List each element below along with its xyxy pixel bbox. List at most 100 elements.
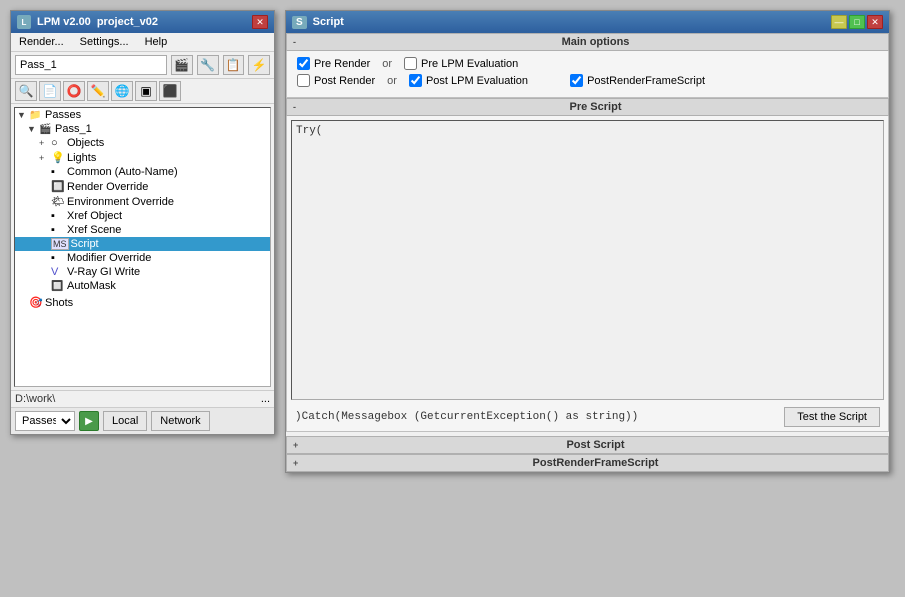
post-script-toggle: + (293, 440, 303, 450)
pre-render-label: Pre Render (314, 58, 370, 70)
script-bottom-row: )Catch(Messagebox (GetcurrentException()… (291, 403, 884, 427)
path-more-btn[interactable]: ... (261, 393, 270, 405)
tree-automask[interactable]: 🔲 AutoMask (15, 279, 270, 293)
post-script-header[interactable]: + Post Script (286, 436, 889, 454)
post-script-title: Post Script (309, 439, 882, 451)
lpm-menubar: Render... Settings... Help (11, 33, 274, 52)
pass1-icon: 🎬 (39, 124, 53, 135)
script-close-btn[interactable]: ✕ (867, 15, 883, 29)
automask-label: AutoMask (67, 280, 116, 292)
pass-btn-4[interactable]: ⚡ (248, 55, 270, 75)
lights-label: Lights (67, 152, 96, 164)
tree-lights[interactable]: + 💡 Lights (15, 150, 270, 165)
pass-btn-2[interactable]: 🔧 (197, 55, 219, 75)
toolbar-btn-6[interactable]: ▣ (135, 81, 157, 101)
pass1-label: Pass_1 (55, 123, 92, 135)
tree-pass1[interactable]: ▼ 🎬 Pass_1 (15, 122, 270, 136)
pass-btn-1[interactable]: 🎬 (171, 55, 193, 75)
tree-render-override[interactable]: 🔲 Render Override (15, 179, 270, 194)
pass-row: 🎬 🔧 📋 ⚡ (11, 52, 274, 79)
tree-script[interactable]: MS Script (15, 237, 270, 251)
post-frame-checkbox[interactable] (570, 74, 583, 87)
toolbar-btn-2[interactable]: 📄 (39, 81, 61, 101)
post-render-frame-toggle: + (293, 458, 303, 468)
lights-icon: 💡 (51, 151, 65, 164)
pass-btn-3[interactable]: 📋 (223, 55, 245, 75)
script-window: S Script — □ ✕ - Main options Pre Render… (285, 10, 890, 473)
tree-xref-object[interactable]: ▪ Xref Object (15, 209, 270, 223)
local-button[interactable]: Local (103, 411, 147, 431)
render-type-select[interactable]: Passes (15, 411, 75, 431)
pre-script-editor[interactable]: Try( (291, 120, 884, 400)
modifier-override-icon: ▪ (51, 252, 65, 264)
main-options-header[interactable]: - Main options (286, 33, 889, 51)
shots-label: Shots (45, 297, 73, 309)
main-options-title: Main options (309, 36, 882, 48)
tree-shots[interactable]: 🎯 Shots (15, 295, 270, 310)
tree-passes[interactable]: ▼ 📁 Passes (15, 108, 270, 122)
pre-script-toggle: - (293, 102, 303, 112)
passes-label: Passes (45, 109, 81, 121)
script-minimize-btn[interactable]: — (831, 15, 847, 29)
xref-object-label: Xref Object (67, 210, 122, 222)
toolbar-btn-4[interactable]: ✏️ (87, 81, 109, 101)
common-icon: ▪ (51, 166, 65, 178)
vray-gi-icon: V (51, 266, 65, 278)
play-button[interactable]: ▶ (79, 411, 99, 431)
env-override-icon: 🌤 (51, 195, 65, 208)
script-title: Script (313, 16, 344, 28)
lpm-window: L LPM v2.00 project_v02 ✕ Render... Sett… (10, 10, 275, 435)
test-script-button[interactable]: Test the Script (784, 407, 880, 427)
script-icon: MS (51, 238, 69, 250)
post-render-checkbox[interactable] (297, 74, 310, 87)
shots-icon: 🎯 (29, 296, 43, 309)
toolbar-btn-3[interactable]: ⭕ (63, 81, 85, 101)
pre-lpm-checkbox[interactable] (404, 57, 417, 70)
tree-modifier-override[interactable]: ▪ Modifier Override (15, 251, 270, 265)
render-menu[interactable]: Render... (15, 35, 68, 49)
pre-script-header[interactable]: - Pre Script (286, 98, 889, 116)
passes-icon: 📁 (29, 110, 43, 121)
render-override-icon: 🔲 (51, 180, 65, 193)
xref-object-icon: ▪ (51, 210, 65, 222)
lpm-close-button[interactable]: ✕ (252, 15, 268, 29)
settings-menu[interactable]: Settings... (76, 35, 133, 49)
pre-script-title: Pre Script (309, 101, 882, 113)
post-render-frame-header[interactable]: + PostRenderFrameScript (286, 454, 889, 472)
pass-input[interactable] (15, 55, 167, 75)
lpm-project: project_v02 (97, 16, 158, 28)
catch-text: )Catch(Messagebox (GetcurrentException()… (295, 411, 638, 423)
tree-env-override[interactable]: 🌤 Environment Override (15, 194, 270, 209)
lpm-toolbar: 🔍 📄 ⭕ ✏️ 🌐 ▣ ⬛ (11, 79, 274, 104)
lpm-titlebar: L LPM v2.00 project_v02 ✕ (11, 11, 274, 33)
toolbar-btn-7[interactable]: ⬛ (159, 81, 181, 101)
script-maximize-btn[interactable]: □ (849, 15, 865, 29)
tree-objects[interactable]: + ○ Objects (15, 136, 270, 150)
xref-scene-icon: ▪ (51, 224, 65, 236)
pre-render-row: Pre Render or Pre LPM Evaluation (297, 57, 878, 70)
tree-vray-gi[interactable]: V V-Ray GI Write (15, 265, 270, 279)
objects-icon: ○ (51, 137, 65, 149)
post-render-frame-title: PostRenderFrameScript (309, 457, 882, 469)
pre-render-checkbox[interactable] (297, 57, 310, 70)
pre-script-content: Try( )Catch(Messagebox (GetcurrentExcept… (286, 116, 889, 432)
main-options-content: Pre Render or Pre LPM Evaluation Post Re… (286, 51, 889, 98)
path-row: D:\work\ ... (11, 390, 274, 407)
script-label: Script (71, 238, 99, 250)
xref-scene-label: Xref Scene (67, 224, 121, 236)
lpm-icon: L (17, 15, 31, 29)
toolbar-btn-1[interactable]: 🔍 (15, 81, 37, 101)
post-lpm-checkbox[interactable] (409, 74, 422, 87)
modifier-override-label: Modifier Override (67, 252, 151, 264)
tree-common[interactable]: ▪ Common (Auto-Name) (15, 165, 270, 179)
post-lpm-label: Post LPM Evaluation (426, 75, 528, 87)
main-options-toggle: - (293, 37, 303, 47)
or2-text: or (387, 75, 397, 87)
lpm-tree[interactable]: ▼ 📁 Passes ▼ 🎬 Pass_1 + ○ Objects + 💡 Li… (14, 107, 271, 387)
toolbar-btn-5[interactable]: 🌐 (111, 81, 133, 101)
objects-label: Objects (67, 137, 104, 149)
network-button[interactable]: Network (151, 411, 209, 431)
automask-icon: 🔲 (51, 281, 65, 292)
help-menu[interactable]: Help (141, 35, 172, 49)
tree-xref-scene[interactable]: ▪ Xref Scene (15, 223, 270, 237)
